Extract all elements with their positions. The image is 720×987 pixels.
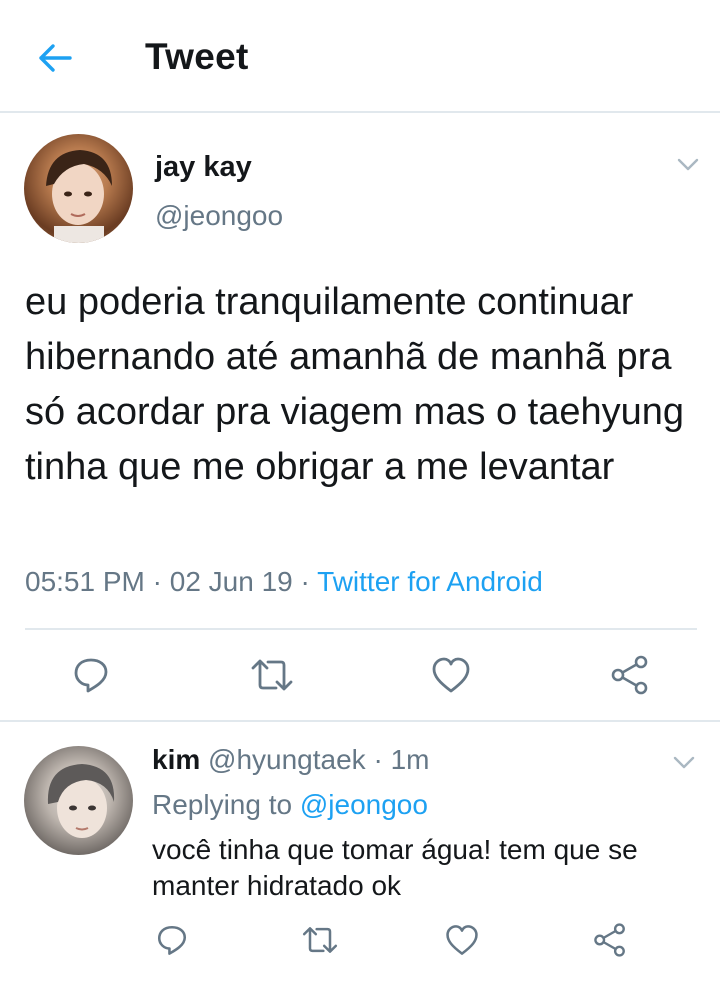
retweet-icon [300, 923, 340, 957]
tweet-time: 05:51 PM [25, 566, 145, 597]
author-name[interactable]: jay kay [155, 151, 252, 184]
replying-to: Replying to @jeongoo [152, 789, 428, 821]
tweet-menu-button[interactable] [673, 150, 703, 180]
page-title: Tweet [145, 36, 249, 77]
reply-share-button[interactable] [588, 918, 632, 962]
tweet-source-link[interactable]: Twitter for Android [317, 566, 543, 597]
divider [25, 628, 697, 630]
reply-like-button[interactable] [440, 918, 484, 962]
avatar[interactable] [24, 134, 133, 243]
reply-icon [71, 655, 111, 695]
reply-separator: · [365, 744, 391, 775]
meta-separator: · [144, 566, 170, 597]
arrow-left-icon [37, 43, 73, 73]
reply-author-name[interactable]: kim [152, 744, 200, 775]
reply-retweet-button[interactable] [296, 918, 344, 962]
reply-text: você tinha que tomar água! tem que se ma… [152, 834, 638, 901]
tweet-meta: 05:51 PM · 02 Jun 19 · Twitter for Andro… [25, 566, 543, 598]
reply-author-handle[interactable]: @hyungtaek [208, 744, 366, 775]
reply-age: 1m [390, 744, 430, 775]
retweet-button[interactable] [245, 652, 299, 698]
author-handle[interactable]: @jeongoo [155, 200, 283, 232]
back-button[interactable] [30, 36, 80, 80]
top-bar: Tweet [0, 0, 720, 113]
chevron-down-icon [677, 158, 699, 172]
tweet-date: 02 Jun 19 [169, 566, 293, 597]
reply-icon [155, 923, 189, 957]
tweet-text: eu poderia tranquilamente continuar hibe… [25, 281, 685, 488]
retweet-icon [248, 655, 296, 695]
reply-button[interactable] [66, 652, 116, 698]
replying-to-prefix: Replying to [152, 789, 293, 820]
replying-to-mention[interactable]: @jeongoo [300, 789, 428, 820]
reply-menu-button[interactable] [669, 748, 699, 778]
divider [0, 720, 720, 722]
meta-separator: · [292, 566, 318, 597]
share-icon [609, 654, 651, 696]
share-icon [592, 922, 628, 958]
reply-avatar[interactable] [24, 746, 133, 855]
share-button[interactable] [605, 652, 655, 698]
reply-header: kim @hyungtaek · 1m [152, 744, 429, 776]
chevron-down-icon [673, 756, 695, 770]
like-button[interactable] [426, 652, 476, 698]
heart-icon [444, 923, 480, 957]
reply-reply-button[interactable] [150, 918, 194, 962]
heart-icon [430, 655, 472, 695]
